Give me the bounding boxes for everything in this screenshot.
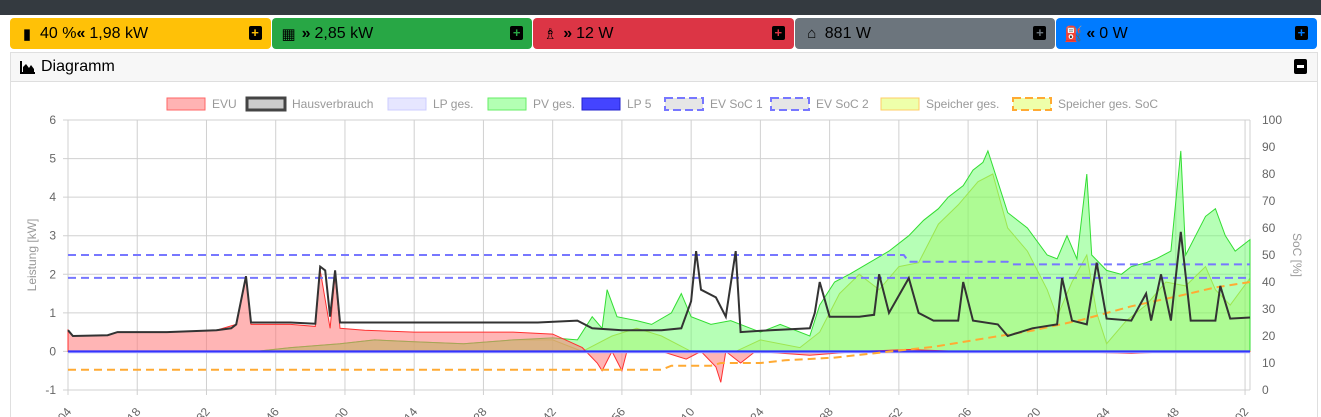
legend-label: EV SoC 1 bbox=[710, 97, 763, 111]
x-tick-label: 18 bbox=[124, 405, 144, 417]
power-chart: -10123456010203040506070809010004 18 32 46 0… bbox=[25, 96, 1304, 417]
x-tick-label: 48 bbox=[1163, 405, 1183, 417]
x-tick-label: 24 bbox=[747, 405, 767, 417]
y-tick-label: 3 bbox=[49, 229, 56, 243]
legend-swatch bbox=[487, 97, 527, 111]
y-tick-label: 2 bbox=[49, 267, 56, 281]
x-tick-label: 38 bbox=[817, 405, 837, 417]
legend-label: Speicher ges. SoC bbox=[1058, 97, 1158, 111]
y2-tick-label: 60 bbox=[1262, 221, 1276, 235]
x-tick-label: 02 bbox=[1232, 405, 1252, 417]
legend-item[interactable]: PV ges. bbox=[487, 97, 575, 111]
y2-tick-label: 100 bbox=[1262, 113, 1282, 127]
legend-swatch bbox=[770, 97, 810, 111]
legend-swatch bbox=[581, 97, 621, 111]
x-tick-label: 32 bbox=[193, 405, 213, 417]
x-tick-label: 42 bbox=[540, 405, 560, 417]
legend-label: Hausverbrauch bbox=[292, 97, 373, 111]
legend-item[interactable]: LP 5 bbox=[581, 97, 652, 111]
y2-tick-label: 70 bbox=[1262, 194, 1276, 208]
legend-label: PV ges. bbox=[533, 97, 575, 111]
legend-swatch bbox=[245, 96, 287, 112]
y-axis-title: Leistung [kW] bbox=[25, 219, 39, 292]
legend-label: EV SoC 2 bbox=[816, 97, 869, 111]
legend-item[interactable]: Speicher ges. bbox=[880, 97, 999, 111]
y-tick-label: 0 bbox=[49, 344, 56, 358]
legend-label: Speicher ges. bbox=[926, 97, 999, 111]
legend-item[interactable]: Speicher ges. SoC bbox=[1012, 97, 1158, 111]
x-tick-label: 56 bbox=[609, 405, 629, 417]
y2-tick-label: 90 bbox=[1262, 140, 1276, 154]
x-tick-label: 00 bbox=[332, 405, 352, 417]
y-tick-label: 4 bbox=[49, 190, 56, 204]
x-tick-label: 04 bbox=[55, 405, 75, 417]
x-tick-label: 28 bbox=[470, 405, 490, 417]
x-tick-label: 14 bbox=[401, 405, 421, 417]
legend-item[interactable]: LP ges. bbox=[387, 97, 473, 111]
y-tick-label: 6 bbox=[49, 113, 56, 127]
y-tick-label: -1 bbox=[45, 383, 56, 397]
x-tick-label: 46 bbox=[263, 405, 283, 417]
x-tick-label: 06 bbox=[955, 405, 975, 417]
x-tick-label: 52 bbox=[886, 405, 906, 417]
x-tick-label: 34 bbox=[1094, 405, 1114, 417]
y2-tick-label: 50 bbox=[1262, 248, 1276, 262]
y2-tick-label: 40 bbox=[1262, 275, 1276, 289]
x-tick-label: 10 bbox=[678, 405, 698, 417]
y2-axis-title: SoC [%] bbox=[1290, 233, 1304, 277]
legend-item[interactable]: EVU bbox=[166, 97, 237, 111]
legend-swatch bbox=[664, 97, 704, 111]
y2-tick-label: 20 bbox=[1262, 329, 1276, 343]
legend-item[interactable]: Hausverbrauch bbox=[245, 96, 373, 112]
legend-swatch bbox=[387, 97, 427, 111]
y2-tick-label: 80 bbox=[1262, 167, 1276, 181]
y-tick-label: 5 bbox=[49, 152, 56, 166]
legend-item[interactable]: EV SoC 2 bbox=[770, 97, 869, 111]
legend-label: EVU bbox=[212, 97, 237, 111]
legend-label: LP 5 bbox=[627, 97, 652, 111]
legend-swatch bbox=[166, 97, 206, 111]
legend-item[interactable]: EV SoC 1 bbox=[664, 97, 763, 111]
y2-tick-label: 0 bbox=[1262, 383, 1269, 397]
y-tick-label: 1 bbox=[49, 306, 56, 320]
legend-label: LP ges. bbox=[433, 97, 473, 111]
x-tick-label: 20 bbox=[1024, 405, 1044, 417]
legend-swatch bbox=[1012, 97, 1052, 111]
y2-tick-label: 30 bbox=[1262, 302, 1276, 316]
legend-swatch bbox=[880, 97, 920, 111]
y2-tick-label: 10 bbox=[1262, 356, 1276, 370]
